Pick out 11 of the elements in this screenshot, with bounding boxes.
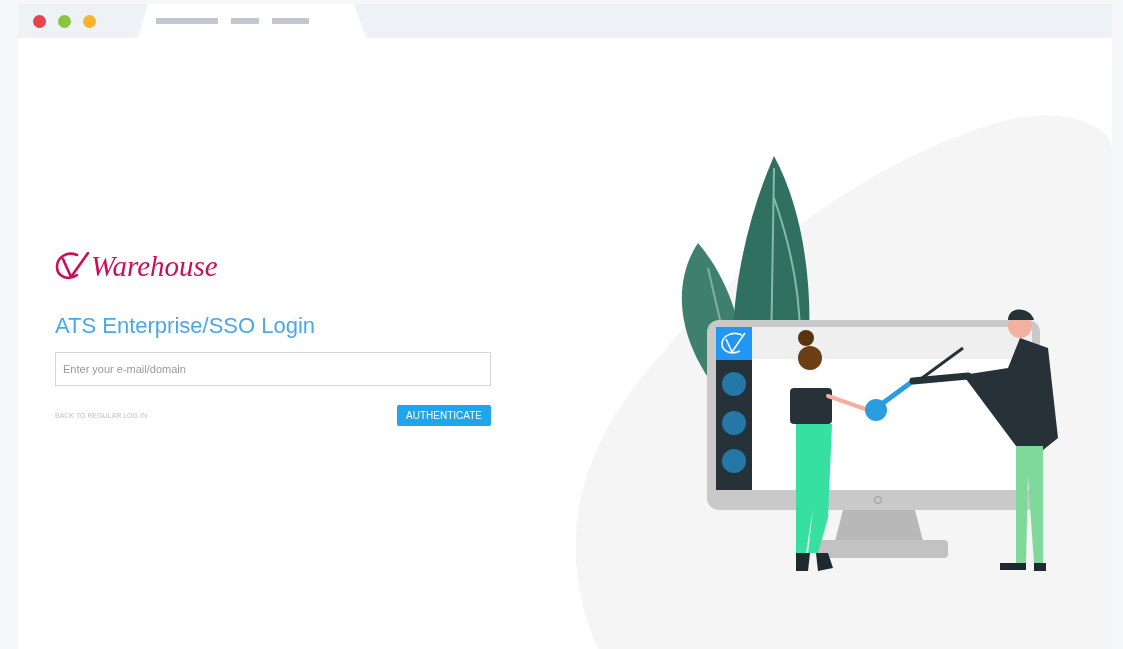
text-line-placeholder: [156, 18, 218, 24]
window-control-button[interactable]: [58, 14, 71, 28]
text-line-placeholder: [231, 18, 259, 24]
window-control-button[interactable]: [33, 14, 46, 28]
authenticate-button[interactable]: AUTHENTICATE: [397, 405, 491, 426]
text-line-placeholder: [272, 18, 309, 24]
logo-text: Warehouse: [91, 249, 218, 283]
checkmark-logo-icon: [55, 251, 91, 281]
window-control-button[interactable]: [83, 14, 96, 28]
page-title: ATS Enterprise/SSO Login: [55, 312, 317, 340]
email-input-field[interactable]: Enter your e-mail/domain: [55, 352, 491, 386]
